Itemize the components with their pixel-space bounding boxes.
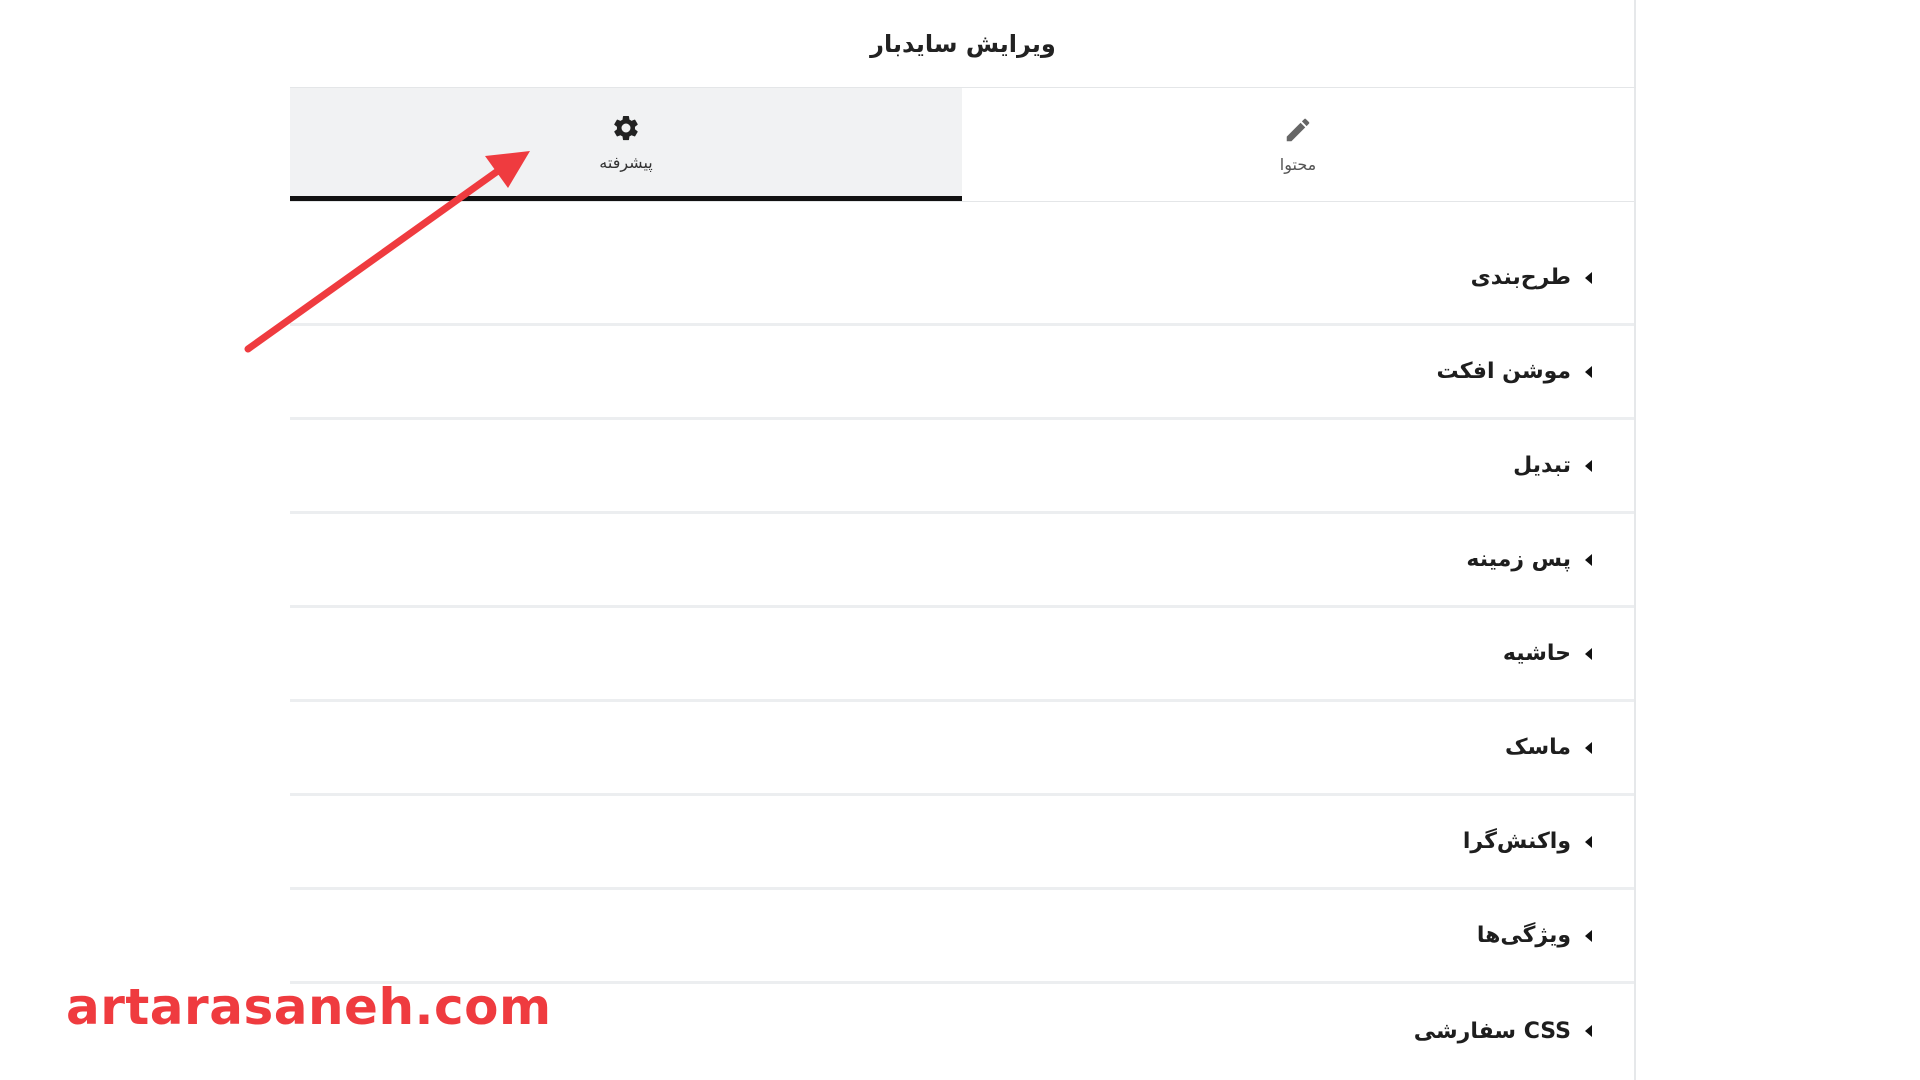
section-label: موشن افکت xyxy=(1436,359,1571,384)
section-transform[interactable]: تبدیل xyxy=(290,420,1634,514)
pencil-icon xyxy=(1286,118,1310,142)
section-attributes[interactable]: ویژگی‌ها xyxy=(290,890,1634,984)
panel-title: ویرایش سایدبار xyxy=(870,29,1056,58)
tab-advanced-label: پیشرفته xyxy=(599,152,653,172)
panel-header: ویرایش سایدبار xyxy=(290,0,1636,88)
section-label: ماسک xyxy=(1504,735,1571,760)
section-label: حاشیه xyxy=(1502,641,1571,666)
section-mask[interactable]: ماسک xyxy=(290,702,1634,796)
section-layout[interactable]: طرح‌بندی xyxy=(290,232,1634,326)
section-label: واکنش‌گرا xyxy=(1462,829,1571,854)
caret-left-icon xyxy=(1585,1025,1592,1037)
gear-icon xyxy=(614,115,638,140)
section-label: تبدیل xyxy=(1513,453,1571,478)
caret-left-icon xyxy=(1585,271,1592,284)
caret-left-icon xyxy=(1585,553,1592,566)
section-label: طرح‌بندی xyxy=(1470,265,1571,290)
caret-left-icon xyxy=(1585,365,1592,378)
caret-left-icon xyxy=(1585,459,1592,472)
watermark-text: artarasaneh.com xyxy=(66,978,552,1036)
caret-left-icon xyxy=(1585,647,1592,660)
section-motion-effects[interactable]: موشن افکت xyxy=(290,326,1634,420)
sidebar-editor-panel: ویرایش سایدبار پیشرفته محتوا طرح‌بندی مو… xyxy=(290,0,1636,1080)
section-list: طرح‌بندی موشن افکت تبدیل پس زمینه حاشیه … xyxy=(290,232,1634,1078)
section-label: CSS سفارشی xyxy=(1413,1018,1571,1044)
caret-left-icon xyxy=(1585,741,1592,754)
section-label: پس زمینه xyxy=(1466,547,1571,572)
tab-content-label: محتوا xyxy=(1279,155,1317,174)
caret-left-icon xyxy=(1585,929,1592,942)
section-responsive[interactable]: واکنش‌گرا xyxy=(290,796,1634,890)
tab-advanced[interactable]: پیشرفته xyxy=(290,88,962,201)
caret-left-icon xyxy=(1585,835,1592,848)
tab-content[interactable]: محتوا xyxy=(962,88,1634,201)
section-border[interactable]: حاشیه xyxy=(290,608,1634,702)
section-label: ویژگی‌ها xyxy=(1476,923,1571,948)
tab-bar: پیشرفته محتوا xyxy=(290,88,1634,202)
section-background[interactable]: پس زمینه xyxy=(290,514,1634,608)
